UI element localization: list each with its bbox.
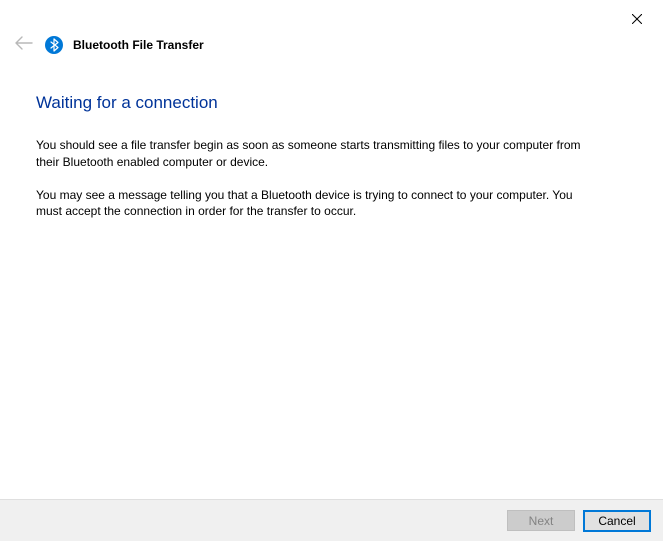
window-title: Bluetooth File Transfer — [73, 38, 204, 52]
wizard-footer: Next Cancel — [0, 499, 663, 541]
bluetooth-icon — [45, 36, 63, 54]
next-button: Next — [507, 510, 575, 531]
cancel-button[interactable]: Cancel — [583, 510, 651, 532]
close-icon — [632, 14, 642, 24]
instruction-text-2: You may see a message telling you that a… — [36, 187, 596, 221]
wizard-content: Waiting for a connection You should see … — [0, 55, 663, 220]
page-heading: Waiting for a connection — [36, 93, 627, 113]
close-button[interactable] — [617, 4, 657, 34]
instruction-text-1: You should see a file transfer begin as … — [36, 137, 596, 171]
back-arrow-icon — [13, 34, 35, 55]
wizard-header: Bluetooth File Transfer — [0, 0, 663, 55]
